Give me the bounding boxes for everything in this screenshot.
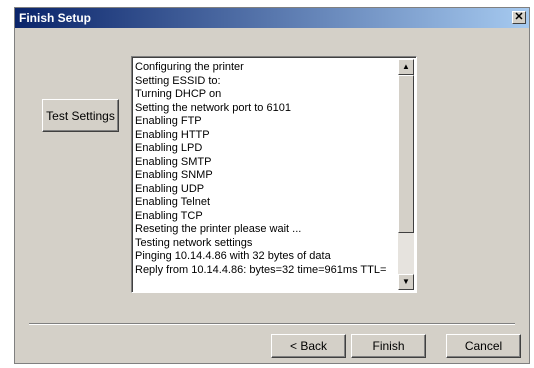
log-line: Enabling HTTP <box>135 128 210 141</box>
log-line: Enabling UDP <box>135 182 205 195</box>
log-line: Enabling LPD <box>135 142 203 154</box>
log-line: Setting the network port to 6101 <box>135 101 291 114</box>
finish-setup-dialog: Finish Setup ✕ Test Settings Configuring… <box>14 7 530 364</box>
log-scrollbar[interactable]: ▲ ▼ <box>398 59 414 290</box>
scroll-up-icon[interactable]: ▲ <box>398 59 414 75</box>
log-lines: Configuring the printer Setting ESSID to:… <box>135 61 396 277</box>
title-bar[interactable]: Finish Setup ✕ <box>15 8 529 28</box>
dialog-title: Finish Setup <box>19 11 91 25</box>
scroll-down-icon[interactable]: ▼ <box>398 274 414 290</box>
finish-button[interactable]: Finish <box>351 334 426 358</box>
test-settings-button[interactable]: Test Settings <box>42 99 119 132</box>
log-line: Testing network settings <box>135 236 253 249</box>
log-line: Enabling SMTP <box>135 155 212 168</box>
close-icon[interactable]: ✕ <box>512 11 526 24</box>
log-line: Enabling TCP <box>135 209 203 222</box>
log-line: Enabling FTP <box>135 115 202 127</box>
scroll-thumb[interactable] <box>398 75 414 233</box>
log-line: Reseting the printer please wait ... <box>135 223 302 235</box>
log-line: Setting ESSID to: <box>135 74 221 87</box>
log-line: Configuring the printer <box>135 61 244 73</box>
log-line: Enabling SNMP <box>135 169 213 181</box>
back-button[interactable]: < Back <box>271 334 346 358</box>
status-log[interactable]: Configuring the printer Setting ESSID to:… <box>131 56 417 293</box>
log-line: Pinging 10.14.4.86 with 32 bytes of data <box>135 250 331 262</box>
separator <box>29 323 515 325</box>
log-line: Reply from 10.14.4.86: bytes=32 time=961… <box>135 263 387 276</box>
log-line: Enabling Telnet <box>135 196 211 208</box>
cancel-button[interactable]: Cancel <box>446 334 521 358</box>
log-line: Turning DHCP on <box>135 88 222 100</box>
